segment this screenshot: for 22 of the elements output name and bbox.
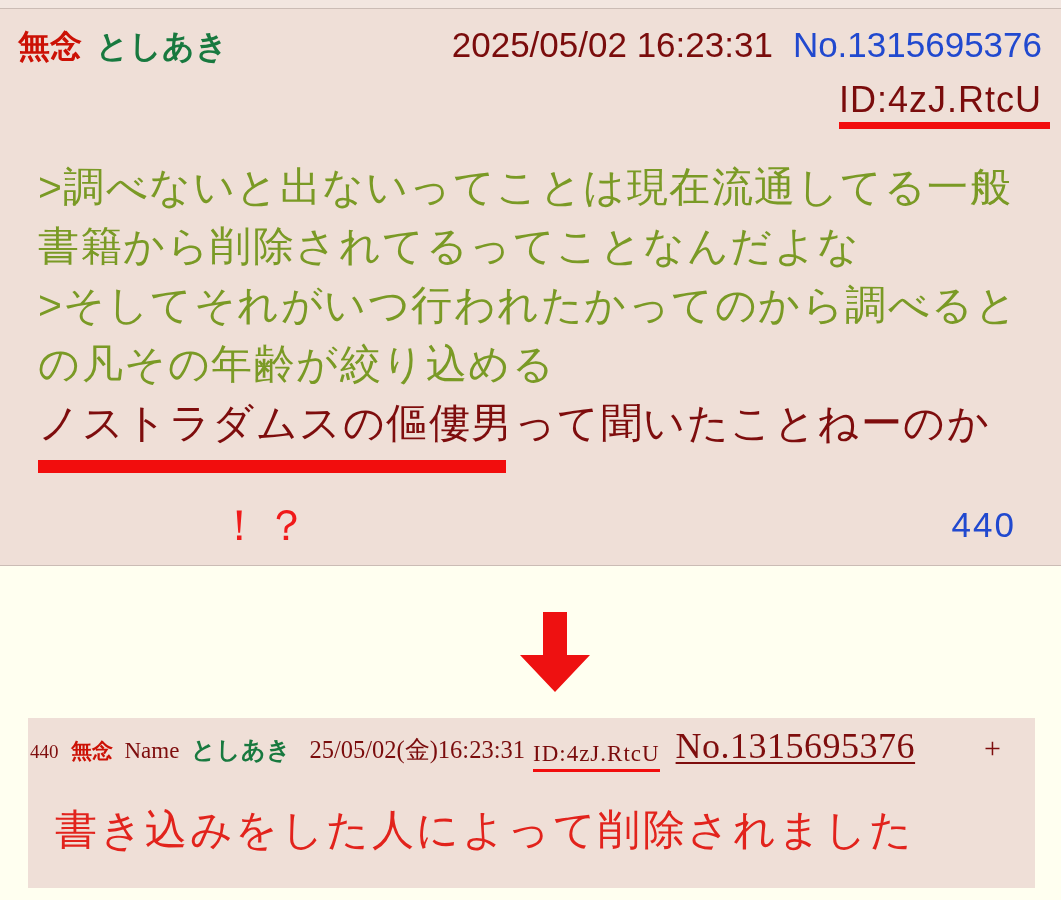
post-number-link[interactable]: No.1315695376: [792, 23, 1042, 67]
post-date: 2025/05/02 16:23:31: [451, 24, 773, 66]
post-date: 25/05/02(金)16:23:31: [309, 735, 525, 766]
exclamation-annotation: ！？: [218, 500, 312, 550]
subject-label: 無念: [18, 27, 82, 66]
post-number-link[interactable]: No.1315695376: [675, 726, 916, 766]
post-index: 440: [30, 740, 59, 764]
quote-text: の凡その年齢が絞り込める: [38, 340, 556, 389]
comment-text: ノストラダムスの傴僂男 って聞いたことねーのか: [38, 399, 991, 448]
name-label: Name: [124, 737, 180, 765]
poster-name: としあき: [191, 736, 292, 765]
poster-name: としあき: [96, 27, 228, 66]
poster-id: ID:4zJ.RtcU: [838, 78, 1042, 122]
poster-id: ID:4zJ.RtcU: [532, 740, 660, 768]
quote-text: >調べないと出ないってことは現在流通してる一般: [38, 163, 1014, 212]
quote-text: >そしてそれがいつ行われたかってのから調べると: [38, 281, 1020, 330]
reply-count-link[interactable]: 440: [951, 505, 1016, 545]
subject-label: 無念: [70, 738, 113, 765]
down-arrow-icon: [520, 612, 590, 692]
menu-button[interactable]: +: [984, 728, 1001, 768]
deleted-message: 書き込みをした人によって削除されました: [54, 806, 916, 855]
quote-text: 書籍から削除されてるってことなんだよな: [38, 222, 862, 271]
